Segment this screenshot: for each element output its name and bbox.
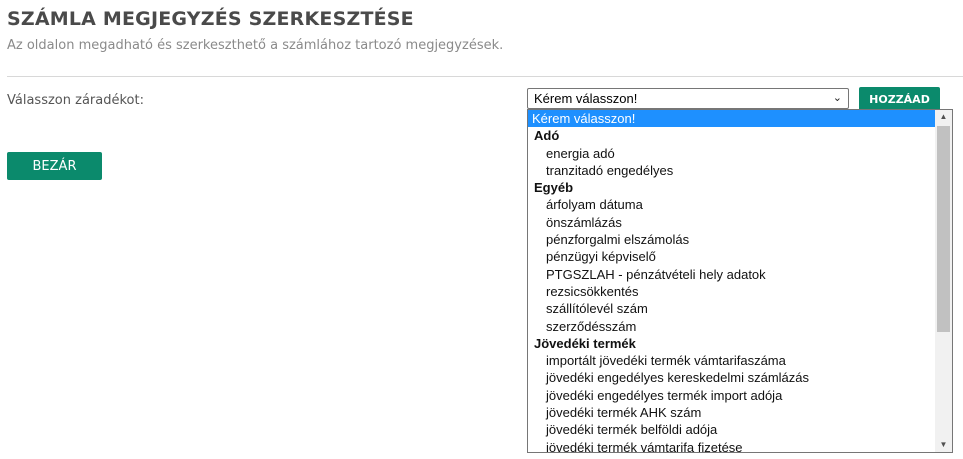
scrollbar-thumb[interactable] (937, 126, 950, 332)
chevron-down-icon: ⌄ (832, 92, 842, 104)
option-group-label: Jövedéki termék (534, 335, 636, 351)
clause-select[interactable]: Kérem válasszon! ⌄ (527, 88, 849, 109)
dropdown-option[interactable]: tranzitadó engedélyes (528, 162, 936, 179)
dropdown-option[interactable]: jövedéki engedélyes termék import adója (528, 387, 936, 404)
scroll-down-arrow-icon[interactable]: ▼ (935, 438, 952, 452)
option-group-label: Egyéb (534, 180, 574, 196)
dropdown-option[interactable]: Kérem válasszon! (528, 110, 936, 128)
dropdown-option[interactable]: energia adó (528, 145, 936, 162)
dropdown-option[interactable]: önszámlázás (528, 214, 936, 231)
page-subtitle: Az oldalon megadható és szerkeszthető a … (7, 38, 504, 53)
dropdown-option[interactable]: jövedéki termék vámtarifa fizetése (528, 439, 936, 452)
page-title: SZÁMLA MEGJEGYZÉS SZERKESZTÉSE (7, 8, 414, 30)
clause-select-label: Válasszon záradékot: (7, 93, 144, 108)
close-button[interactable]: BEZÁR (7, 152, 102, 180)
dropdown-option[interactable]: szállítólevél szám (528, 300, 936, 317)
clause-dropdown-list[interactable]: Kérem válasszon! Adó energia adó tranzitadó… (527, 109, 953, 453)
dropdown-option[interactable]: PTGSZLAH - pénzátvételi hely adatok (528, 266, 936, 283)
dropdown-option[interactable]: szerződésszám (528, 318, 936, 335)
dropdown-option[interactable]: jövedéki engedélyes kereskedelmi számláz… (528, 369, 936, 386)
scroll-up-arrow-icon[interactable]: ▲ (935, 110, 952, 124)
dropdown-option[interactable]: jövedéki termék belföldi adója (528, 421, 936, 438)
header-divider (7, 76, 963, 77)
dropdown-option[interactable]: rezsicsökkentés (528, 283, 936, 300)
dropdown-scrollbar[interactable]: ▲ ▼ (935, 110, 952, 452)
dropdown-option[interactable]: árfolyam dátuma (528, 196, 936, 213)
dropdown-option[interactable]: importált jövedéki termék vámtarifaszáma (528, 352, 936, 369)
dropdown-option[interactable]: jövedéki termék AHK szám (528, 404, 936, 421)
clause-select-value: Kérem válasszon! (534, 91, 638, 106)
dropdown-option[interactable]: pénzforgalmi elszámolás (528, 231, 936, 248)
dropdown-options: Kérem válasszon! Adó energia adó tranzitadó… (528, 110, 936, 452)
add-button[interactable]: HOZZÁAD (859, 87, 940, 111)
dropdown-option[interactable]: pénzügyi képviselő (528, 248, 936, 265)
option-group-label: Adó (534, 128, 560, 144)
